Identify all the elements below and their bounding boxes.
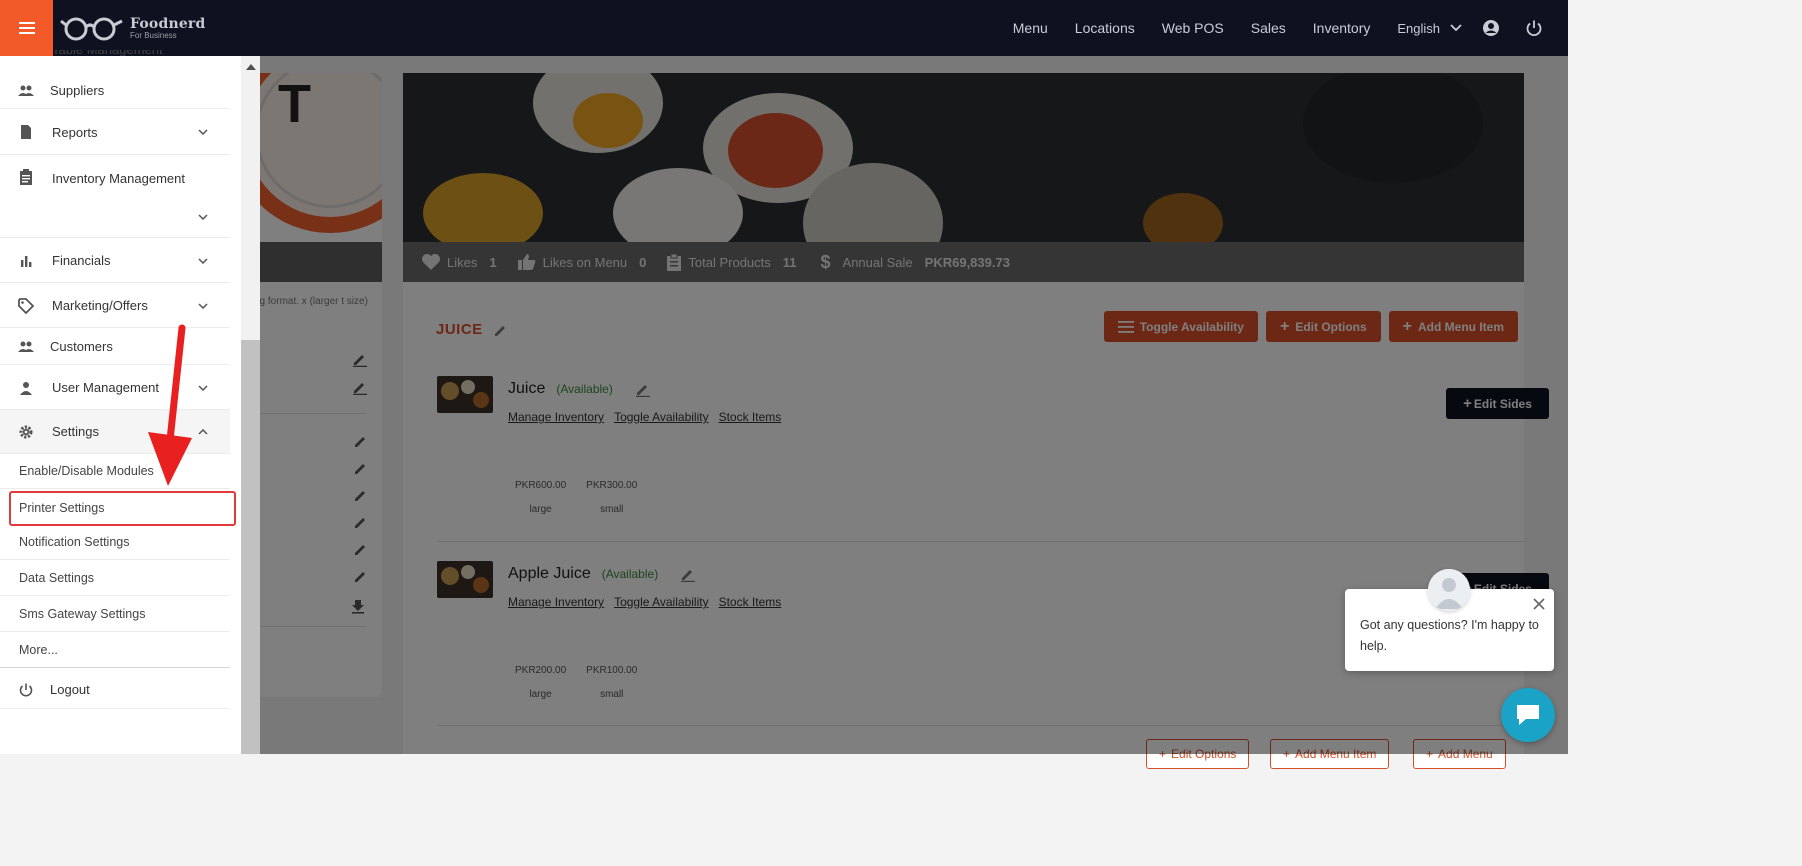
power-icon[interactable] [1525,19,1543,37]
sidebar-item-label: Inventory Management [52,171,185,186]
chat-message: Got any questions? I'm happy to help. [1360,618,1539,653]
nav-inventory[interactable]: Inventory [1313,20,1371,36]
bar-chart-icon [21,255,32,267]
language-selector[interactable]: English [1397,21,1462,36]
sidebar-item-reports[interactable]: Reports [0,110,230,155]
chevron-down-icon [1450,24,1462,32]
brand-logo[interactable]: Foodnerd For Business [60,12,206,44]
sidebar-item-label: Suppliers [50,83,105,98]
settings-sub-printer-settings[interactable]: Printer Settings [9,491,236,526]
sidebar-item-suppliers[interactable]: Suppliers [0,73,230,109]
power-icon [19,683,33,697]
sidebar-item-label: Logout [50,682,90,697]
settings-sub-more[interactable]: More... [0,633,230,668]
brand-name: Foodnerd [130,15,206,32]
red-arrow-annotation [148,324,192,486]
sidebar-item-inventory-management[interactable]: Inventory Management [0,156,230,238]
close-icon[interactable] [1532,597,1546,611]
sidebar-item-label: Reports [52,124,98,140]
sidebar-item-logout[interactable]: Logout [0,671,230,709]
clipboard-icon [20,169,32,185]
brand-tagline: For Business [130,30,177,40]
chevron-down-icon [198,257,208,264]
tag-icon [18,297,34,314]
person-icon [20,381,32,395]
chat-bubble-icon [1517,705,1539,725]
nav-menu[interactable]: Menu [1013,20,1048,36]
agent-avatar [1428,569,1470,611]
people-icon [18,341,34,352]
nav-sales[interactable]: Sales [1251,20,1286,36]
nav-web-pos[interactable]: Web POS [1162,20,1224,36]
scroll-up-arrow-icon[interactable] [246,64,256,70]
account-circle-icon[interactable] [1482,19,1500,37]
settings-sub-notification-settings[interactable]: Notification Settings [0,525,230,560]
hamburger-menu-button[interactable] [0,0,53,56]
hamburger-icon [18,22,35,34]
sidebar-scrollbar-thumb[interactable] [241,340,260,754]
sidebar-item-financials[interactable]: Financials [0,239,230,283]
sidebar-item-table-management[interactable]: Table Management [52,50,163,56]
chat-launcher-button[interactable] [1501,688,1555,742]
settings-sub-sms-gateway-settings[interactable]: Sms Gateway Settings [0,597,230,632]
sidebar-item-label: Settings [52,424,99,439]
file-icon [21,125,31,139]
gear-icon [19,425,33,438]
sidebar-item-label: Customers [50,339,113,354]
top-navbar: Foodnerd For Business Menu Locations Web… [0,0,1568,56]
top-nav-links: Menu Locations Web POS Sales Inventory E… [1013,0,1568,56]
settings-sub-data-settings[interactable]: Data Settings [0,561,230,596]
glasses-logo-icon [60,17,123,41]
avatar-placeholder-icon [1428,569,1470,611]
nav-locations[interactable]: Locations [1075,20,1135,36]
sidebar-item-label: Financials [52,253,111,268]
language-label: English [1397,20,1440,36]
chevron-down-icon [198,129,208,135]
people-icon [18,85,34,96]
sidebar-item-label: Marketing/Offers [52,298,148,313]
chevron-down-icon [198,302,208,309]
chevron-down-icon [198,214,208,220]
